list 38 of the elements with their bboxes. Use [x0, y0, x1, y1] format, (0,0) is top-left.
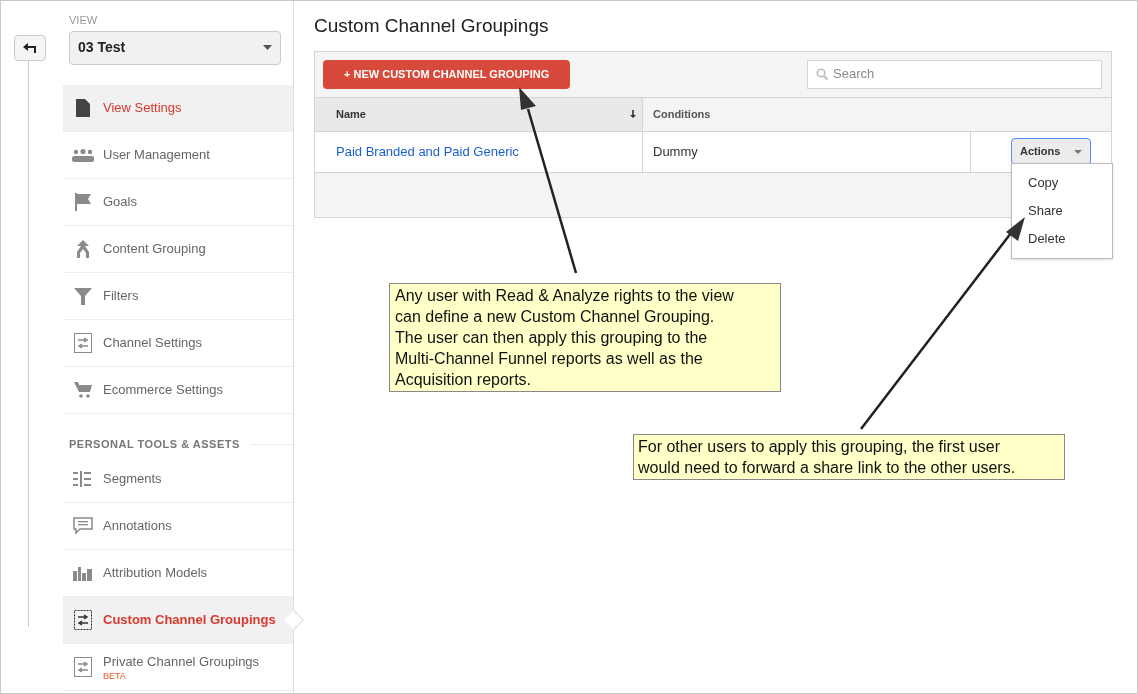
- menu-item[interactable]: Copy: [1012, 169, 1112, 197]
- beta-label: BETA: [103, 671, 126, 681]
- section-heading: PERSONAL TOOLS & ASSETS: [69, 437, 240, 453]
- segments-icon: [73, 470, 93, 487]
- view-dropdown[interactable]: 03 Test: [69, 30, 281, 65]
- column-header[interactable]: Conditions: [643, 97, 971, 131]
- channel-swap-icon: [74, 656, 92, 677]
- grouping-link[interactable]: Paid Branded and Paid Generic: [336, 141, 519, 162]
- caret-icon: [263, 45, 272, 50]
- bar-chart-icon: [73, 564, 93, 581]
- channel-swap-icon: [74, 332, 92, 353]
- people-icon: [72, 147, 94, 162]
- cart-icon: [74, 381, 92, 398]
- filter-icon: [74, 286, 92, 305]
- channel-swap-icon: [74, 609, 92, 630]
- new-grouping-button[interactable]: + NEW CUSTOM CHANNEL GROUPING: [323, 59, 571, 89]
- speech-bubble-icon: [73, 516, 93, 535]
- menu-item[interactable]: Delete: [1012, 225, 1112, 253]
- sort-arrow-icon: [630, 110, 636, 118]
- caret-icon: [1074, 149, 1082, 154]
- sidebar-item[interactable]: View Settings: [63, 84, 293, 132]
- back-arrow-icon: [23, 43, 37, 53]
- merge-arrows-icon: [75, 239, 91, 258]
- callout-note: Any user with Read & Analyze rights to the view can define a new Custom Channel Grouping. The user can then apply this grouping to the Multi-Channel Funnel reports as well as the Acquisition reports.: [389, 283, 781, 392]
- search-field[interactable]: Search: [807, 59, 1102, 89]
- table-cell-text: Dummy: [653, 142, 698, 161]
- view-label: VIEW: [69, 13, 98, 28]
- column-header[interactable]: Name: [315, 97, 643, 131]
- menu-item[interactable]: Share: [1012, 197, 1112, 225]
- flag-icon: [74, 192, 92, 211]
- search-input[interactable]: Search: [833, 64, 1093, 84]
- sidebar-item[interactable]: Custom Channel Groupings: [63, 596, 293, 644]
- page-title: Custom Channel Groupings: [314, 14, 549, 38]
- back-button[interactable]: [14, 35, 46, 61]
- search-icon: [816, 68, 828, 80]
- callout-note: For other users to apply this grouping, the first user would need to forward a share link to the other users.: [633, 434, 1065, 480]
- document-icon: [75, 97, 91, 118]
- actions-button[interactable]: Actions: [1011, 138, 1091, 165]
